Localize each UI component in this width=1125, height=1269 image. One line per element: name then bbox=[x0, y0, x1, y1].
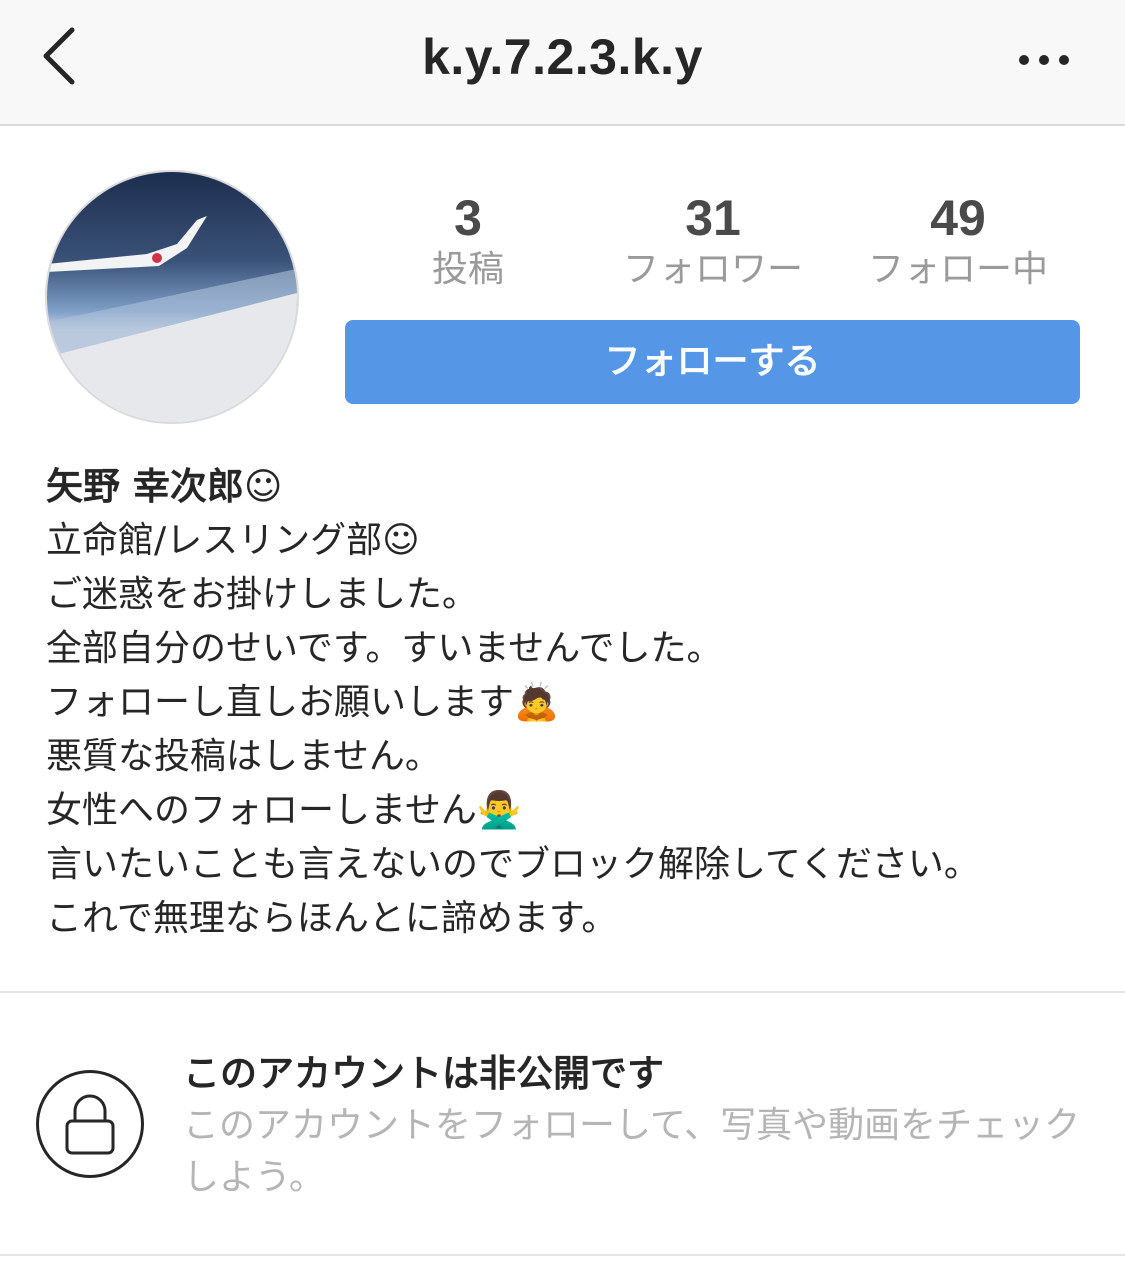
navigation-bar: k.y.7.2.3.k.y bbox=[0, 0, 1125, 126]
bottom-divider bbox=[0, 1254, 1125, 1256]
page-title: k.y.7.2.3.k.y bbox=[422, 29, 703, 85]
followers-label: フォロワー bbox=[622, 249, 803, 290]
more-horizontal-icon bbox=[1019, 55, 1069, 65]
profile-bio: 矢野 幸次郎☺ 立命館/レスリング部☺ ご迷惑をお掛けしました。 全部自分のせい… bbox=[46, 460, 1106, 946]
bio-line: ご迷惑をお掛けしました。 bbox=[46, 574, 479, 615]
following-label: フォロー中 bbox=[867, 249, 1048, 290]
stat-following[interactable]: 49 フォロー中 bbox=[843, 188, 1073, 292]
stat-followers[interactable]: 31 フォロワー bbox=[598, 188, 828, 292]
bio-line: フォローし直しお願いします🙇 bbox=[46, 682, 559, 723]
bio-line: 全部自分のせいです。すいませんでした。 bbox=[46, 628, 723, 669]
bio-line: 立命館/レスリング部☺ bbox=[46, 520, 420, 561]
profile-name: 矢野 幸次郎☺ bbox=[46, 465, 283, 508]
following-count: 49 bbox=[930, 190, 986, 246]
posts-count: 3 bbox=[454, 190, 482, 246]
bio-line: 言いたいことも言えないのでブロック解除してください。 bbox=[46, 844, 980, 885]
section-divider bbox=[0, 991, 1125, 993]
private-account-title: このアカウントは非公開です bbox=[183, 1052, 664, 1095]
posts-label: 投稿 bbox=[431, 249, 504, 290]
bio-line: 悪質な投稿はしません。 bbox=[46, 736, 441, 777]
more-options-button[interactable] bbox=[1010, 40, 1080, 80]
stat-posts[interactable]: 3 投稿 bbox=[353, 188, 583, 292]
bio-line: 女性へのフォローしません🙅‍♂️ bbox=[46, 790, 522, 831]
follow-button[interactable]: フォローする bbox=[345, 320, 1080, 404]
private-account-description: このアカウントをフォローして、写真や動画をチェックしよう。 bbox=[183, 1105, 1081, 1198]
followers-count: 31 bbox=[685, 190, 741, 246]
profile-avatar[interactable] bbox=[45, 170, 299, 424]
bio-line: これで無理ならほんとに諦めます。 bbox=[46, 898, 618, 939]
lock-icon bbox=[36, 1070, 144, 1178]
avatar-photo bbox=[47, 172, 297, 422]
